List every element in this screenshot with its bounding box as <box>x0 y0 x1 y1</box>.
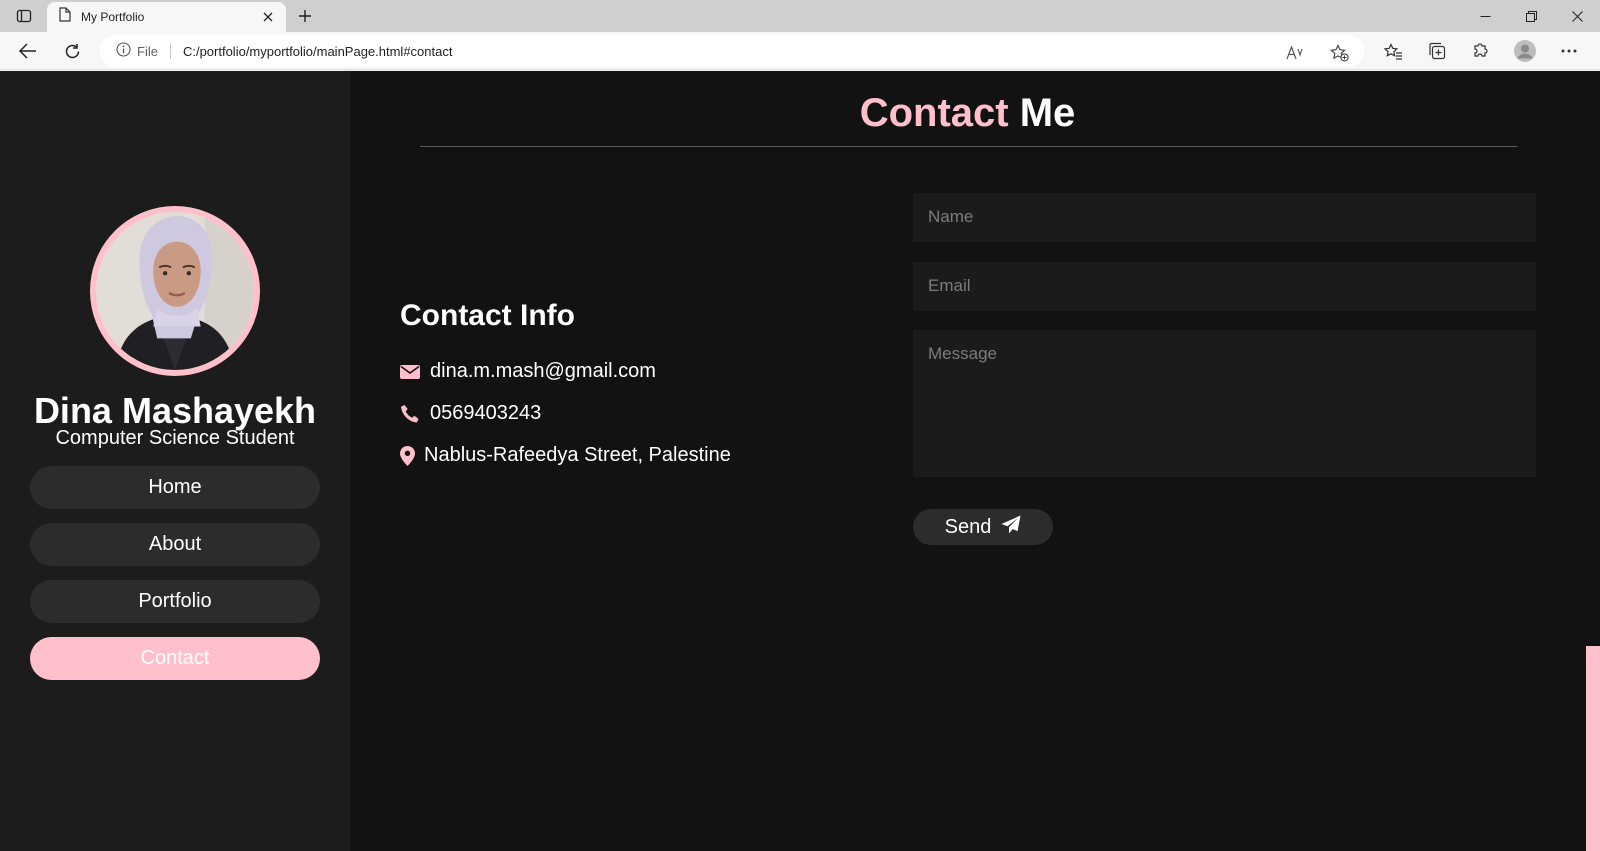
restore-icon[interactable] <box>1508 0 1554 32</box>
plus-icon[interactable] <box>292 4 318 28</box>
portfolio-page: Dina Mashayekh Computer Science Student … <box>0 71 1600 851</box>
tab-title: My Portfolio <box>81 10 145 24</box>
paper-plane-icon <box>1001 515 1021 540</box>
address-prefix: File <box>137 43 158 59</box>
back-icon[interactable] <box>13 37 43 65</box>
contact-phone-row: 0569403243 <box>400 402 541 425</box>
read-aloud-icon[interactable] <box>1280 39 1310 67</box>
page-title: Contact Me <box>350 91 1585 136</box>
more-icon[interactable] <box>1554 37 1584 65</box>
phone-icon <box>400 403 424 425</box>
nav-contact[interactable]: Contact <box>30 637 320 680</box>
profile-role: Computer Science Student <box>55 427 295 449</box>
contact-email[interactable]: dina.m.mash@gmail.com <box>430 360 656 383</box>
favorites-icon[interactable] <box>1378 37 1408 65</box>
info-icon[interactable] <box>116 42 131 60</box>
sidebar: Dina Mashayekh Computer Science Student … <box>0 71 350 851</box>
scrollbar-thumb[interactable] <box>1586 646 1600 851</box>
nav-about[interactable]: About <box>30 523 320 566</box>
profile-name: Dina Mashayekh <box>33 390 317 431</box>
nav-portfolio[interactable]: Portfolio <box>30 580 320 623</box>
nav-home[interactable]: Home <box>30 466 320 509</box>
browser-tab-strip: My Portfolio <box>0 0 1600 32</box>
close-icon[interactable] <box>256 5 280 29</box>
contact-address: Nablus-Rafeedya Street, Palestine <box>424 444 731 466</box>
name-field[interactable]: Name <box>913 193 1536 242</box>
contact-info-heading: Contact Info <box>400 299 575 332</box>
page-title-rest: Me <box>1019 91 1076 135</box>
contact-address-row: Nablus-Rafeedya Street, Palestine <box>400 444 731 467</box>
message-field[interactable]: Message <box>913 330 1536 477</box>
close-window-icon[interactable] <box>1554 0 1600 32</box>
address-toolbar: File C:/portfolio/myportfolio/mainPage.h… <box>0 32 1600 70</box>
profile-icon[interactable] <box>1510 37 1540 65</box>
minimize-icon[interactable] <box>1462 0 1508 32</box>
collections-icon[interactable] <box>1422 37 1452 65</box>
title-divider <box>420 146 1517 147</box>
address-separator <box>169 43 171 59</box>
url-text[interactable]: C:/portfolio/myportfolio/mainPage.html#c… <box>183 44 453 59</box>
add-favorite-icon[interactable] <box>1324 39 1354 67</box>
page-icon <box>59 7 71 27</box>
location-pin-icon <box>400 445 418 467</box>
avatar <box>90 206 260 376</box>
address-bar[interactable]: File C:/portfolio/myportfolio/mainPage.h… <box>100 35 1364 67</box>
refresh-icon[interactable] <box>57 37 87 65</box>
contact-email-row: dina.m.mash@gmail.com <box>400 360 656 383</box>
browser-tab[interactable]: My Portfolio <box>47 2 286 32</box>
extensions-icon[interactable] <box>1466 37 1496 65</box>
page-title-accent: Contact <box>859 91 1009 135</box>
send-button[interactable]: Send <box>913 509 1053 545</box>
email-field[interactable]: Email <box>913 262 1536 311</box>
send-button-label: Send <box>944 515 992 538</box>
sidebar-toggle-icon[interactable] <box>10 5 38 27</box>
contact-phone[interactable]: 0569403243 <box>430 402 541 425</box>
envelope-icon <box>400 361 424 383</box>
